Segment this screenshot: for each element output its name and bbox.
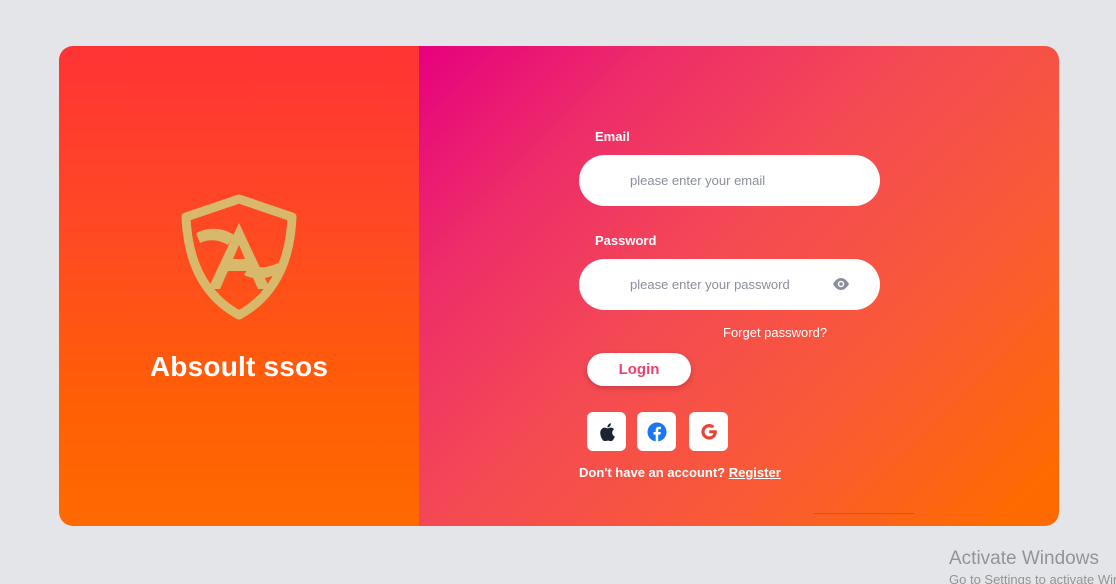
brand-name: Absoult ssos xyxy=(149,351,329,382)
google-login-button[interactable] xyxy=(689,412,728,451)
register-prompt: Don't have an account? Register xyxy=(579,465,781,480)
shield-a-logo-icon xyxy=(181,194,297,320)
password-label: Password xyxy=(595,233,657,248)
facebook-login-button[interactable] xyxy=(637,412,676,451)
google-icon xyxy=(700,423,717,440)
login-button[interactable]: Login xyxy=(587,353,691,386)
apple-icon xyxy=(599,422,615,441)
register-link[interactable]: Register xyxy=(729,465,781,480)
forget-password-link[interactable]: Forget password? xyxy=(723,325,827,340)
login-form-panel: Email Password Forget password? Login xyxy=(419,46,1059,526)
email-label: Email xyxy=(595,129,630,144)
password-input[interactable] xyxy=(630,259,830,310)
activate-windows-watermark: Activate Windows xyxy=(949,548,1099,569)
brand-panel: Absoult ssos xyxy=(59,46,419,526)
login-card: Absoult ssos Email Password Forget passw… xyxy=(59,46,1059,526)
eye-icon[interactable] xyxy=(832,277,850,291)
register-prompt-text: Don't have an account? xyxy=(579,465,726,480)
apple-login-button[interactable] xyxy=(587,412,626,451)
page: Absoult ssos Email Password Forget passw… xyxy=(0,0,1116,584)
activate-windows-subtext: Go to Settings to activate Windows. xyxy=(949,572,1116,584)
email-field[interactable] xyxy=(579,155,880,206)
divider xyxy=(814,513,914,514)
password-field[interactable] xyxy=(579,259,880,310)
facebook-icon xyxy=(647,422,666,441)
email-input[interactable] xyxy=(630,155,830,206)
